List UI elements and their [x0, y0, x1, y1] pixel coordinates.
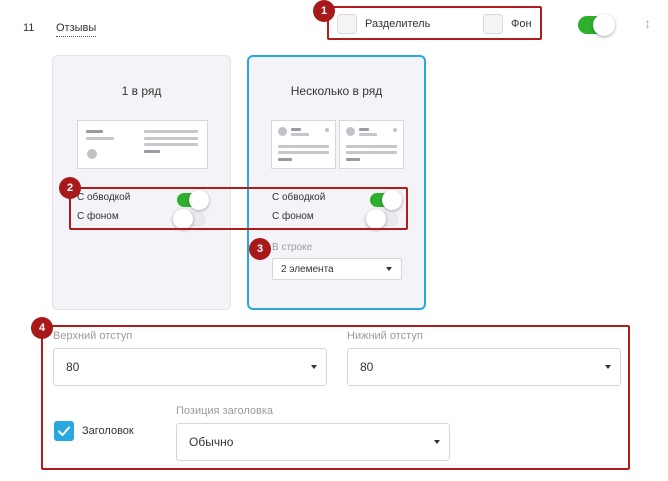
annotation-badge-3: 3 — [249, 238, 271, 260]
layout-preview-image — [271, 120, 336, 169]
drag-handle-icon[interactable]: ↕ — [644, 16, 651, 30]
per-row-value: 2 элемента — [281, 264, 334, 275]
row-number: 11 — [23, 22, 35, 34]
toggle-knob — [593, 14, 615, 36]
layout-preview-image — [77, 120, 208, 169]
per-row-select[interactable]: 2 элемента — [272, 258, 402, 280]
annotation-badge-4: 4 — [31, 317, 53, 339]
layout-card-title: Несколько в ряд — [290, 84, 383, 98]
annotation-badge-1: 1 — [313, 0, 335, 22]
chevron-down-icon — [386, 267, 392, 271]
annotation-box-4 — [41, 325, 630, 470]
layout-card-multiple[interactable]: Несколько в ряд С обводкой С фоном В стр… — [247, 55, 426, 310]
layout-card-title: 1 в ряд — [121, 84, 162, 98]
section-enabled-toggle[interactable] — [578, 14, 615, 36]
annotation-badge-2: 2 — [59, 177, 81, 199]
layout-preview-image — [339, 120, 404, 169]
annotation-box-1 — [327, 6, 542, 40]
per-row-label: В строке — [272, 242, 313, 253]
annotation-box-2 — [69, 187, 408, 230]
section-name-link[interactable]: Отзывы — [56, 22, 97, 37]
